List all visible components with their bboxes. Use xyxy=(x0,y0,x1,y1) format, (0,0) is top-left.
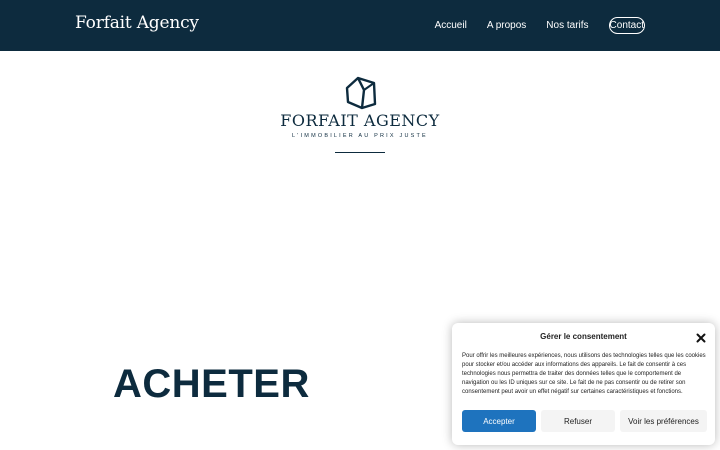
accept-button[interactable]: Accepter xyxy=(462,410,536,432)
nav-item-contact[interactable]: Contact xyxy=(608,17,645,34)
consent-description: Pour offrir les meilleures expériences, … xyxy=(462,353,706,395)
nav-item-nos-tarifs[interactable]: Nos tarifs xyxy=(546,20,588,31)
logo-tagline: L'IMMOBILIER AU PRIX JUSTE xyxy=(292,133,428,139)
section-heading: ACHETER xyxy=(113,362,310,406)
main-nav: Accueil A propos Nos tarifs Contact xyxy=(435,0,720,51)
view-preferences-button[interactable]: Voir les préférences xyxy=(620,410,707,432)
top-navigation-bar: Forfait Agency Accueil A propos Nos tari… xyxy=(0,0,720,51)
house-icon xyxy=(344,74,378,115)
consent-actions: Accepter Refuser Voir les préférences xyxy=(462,410,707,432)
site-brand-link[interactable]: Forfait Agency xyxy=(75,13,199,33)
consent-title: Gérer le consentement xyxy=(540,332,627,341)
logo-title: FORFAIT AGENCY xyxy=(280,111,440,130)
nav-item-a-propos[interactable]: A propos xyxy=(487,20,526,31)
nav-item-accueil[interactable]: Accueil xyxy=(435,20,467,31)
logo-divider xyxy=(335,152,385,153)
close-icon[interactable] xyxy=(695,331,707,343)
agency-logo: FORFAIT AGENCY L'IMMOBILIER AU PRIX JUST… xyxy=(260,72,460,156)
refuse-button[interactable]: Refuser xyxy=(541,410,615,432)
cookie-consent-dialog: Gérer le consentement Pour offrir les me… xyxy=(452,323,715,445)
